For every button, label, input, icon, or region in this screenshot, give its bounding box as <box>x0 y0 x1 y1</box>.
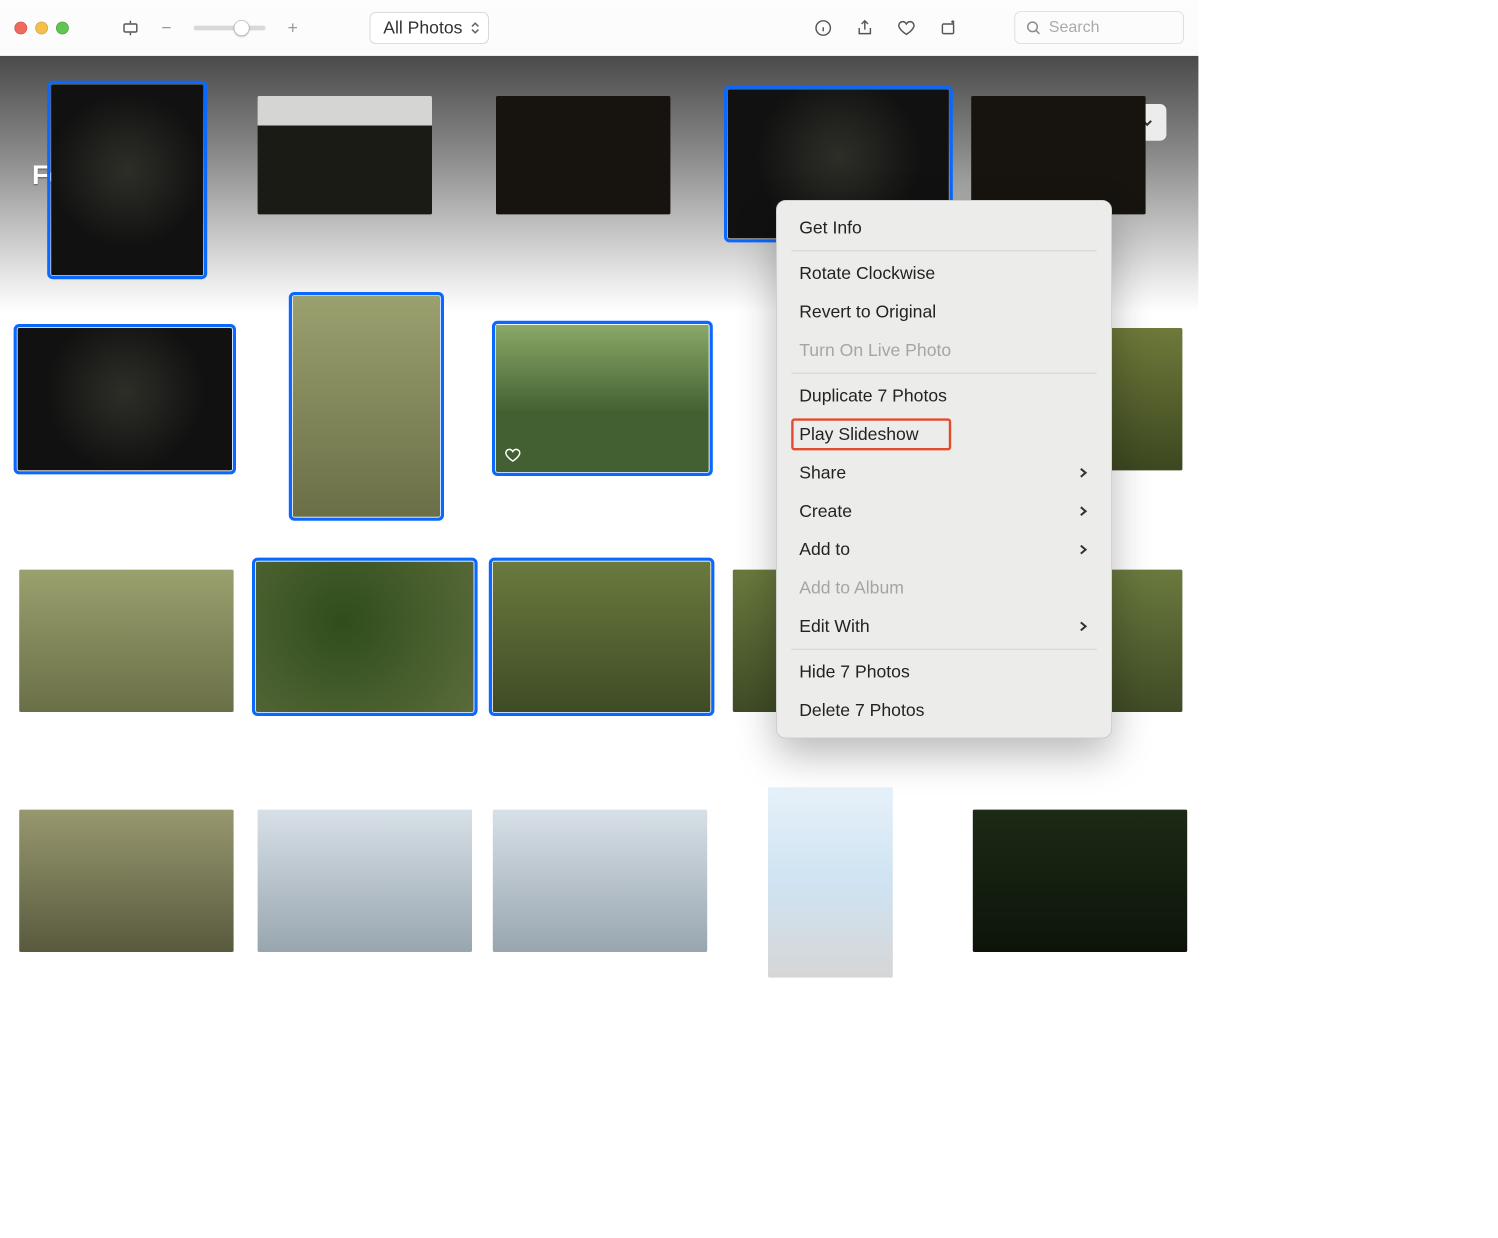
context-menu: Get Info Rotate Clockwise Revert to Orig… <box>776 200 1112 738</box>
menu-separator <box>791 373 1097 374</box>
share-button[interactable] <box>851 14 878 41</box>
fullscreen-window-button[interactable] <box>56 21 69 34</box>
menu-hide[interactable]: Hide 7 Photos <box>777 653 1111 691</box>
minimize-window-button[interactable] <box>35 21 48 34</box>
menu-create[interactable]: Create <box>777 492 1111 530</box>
menu-share[interactable]: Share <box>777 454 1111 492</box>
zoom-out-button[interactable]: − <box>158 17 174 38</box>
window-controls <box>14 21 68 34</box>
menu-rotate-clockwise[interactable]: Rotate Clockwise <box>777 254 1111 292</box>
chevron-right-icon <box>1078 616 1089 637</box>
favorite-button[interactable] <box>893 14 920 41</box>
photo-thumbnail[interactable] <box>493 562 711 712</box>
info-button[interactable] <box>810 14 837 41</box>
toolbar: − + All Photos Search <box>0 0 1198 56</box>
close-window-button[interactable] <box>14 21 27 34</box>
view-selector-label: All Photos <box>383 17 462 38</box>
photo-thumbnail[interactable] <box>19 810 233 952</box>
menu-separator <box>791 649 1097 650</box>
zoom-slider-knob[interactable] <box>234 20 250 36</box>
menu-turn-on-live-photo: Turn On Live Photo <box>777 331 1111 369</box>
photo-thumbnail[interactable] <box>258 810 472 952</box>
photo-grid-area: Feb 23, 2021 7 Photos Selected Showing: … <box>0 56 1198 990</box>
menu-duplicate[interactable]: Duplicate 7 Photos <box>777 377 1111 415</box>
search-input[interactable]: Search <box>1014 11 1184 44</box>
share-icon <box>855 18 874 37</box>
photo-thumbnail[interactable] <box>768 787 893 977</box>
search-icon <box>1025 19 1043 37</box>
menu-play-slideshow[interactable]: Play Slideshow <box>777 415 1111 453</box>
zoom-in-button[interactable]: + <box>285 17 301 38</box>
chevron-right-icon <box>1078 501 1089 522</box>
photo-thumbnail[interactable] <box>258 96 432 214</box>
rotate-button[interactable] <box>934 14 961 41</box>
menu-get-info[interactable]: Get Info <box>777 209 1111 247</box>
menu-separator <box>791 250 1097 251</box>
photo-thumbnail[interactable] <box>496 96 670 214</box>
stepper-icon <box>470 21 480 34</box>
photo-thumbnail[interactable] <box>973 810 1187 952</box>
chevron-right-icon <box>1078 539 1089 560</box>
zoom-slider[interactable] <box>194 25 266 30</box>
heart-icon <box>897 18 916 37</box>
photo-thumbnail[interactable] <box>18 328 232 470</box>
photo-thumbnail[interactable] <box>51 85 203 275</box>
favorite-badge-icon <box>504 446 522 464</box>
menu-delete[interactable]: Delete 7 Photos <box>777 691 1111 729</box>
aspect-icon <box>121 18 140 37</box>
aspect-crop-button[interactable] <box>117 14 144 41</box>
photo-thumbnail[interactable] <box>496 325 709 472</box>
menu-add-to[interactable]: Add to <box>777 530 1111 568</box>
photo-thumbnail[interactable] <box>19 570 233 712</box>
chevron-right-icon <box>1078 462 1089 483</box>
rotate-icon <box>938 18 957 37</box>
photo-thumbnail[interactable] <box>293 296 440 517</box>
info-icon <box>814 18 833 37</box>
photo-thumbnail[interactable] <box>256 562 474 712</box>
view-selector[interactable]: All Photos <box>370 12 489 44</box>
photo-thumbnail[interactable] <box>493 810 707 952</box>
menu-add-to-album: Add to Album <box>777 569 1111 607</box>
search-placeholder: Search <box>1049 18 1100 36</box>
photo-thumbnail[interactable] <box>971 96 1145 214</box>
menu-revert-original[interactable]: Revert to Original <box>777 293 1111 331</box>
menu-edit-with[interactable]: Edit With <box>777 607 1111 645</box>
